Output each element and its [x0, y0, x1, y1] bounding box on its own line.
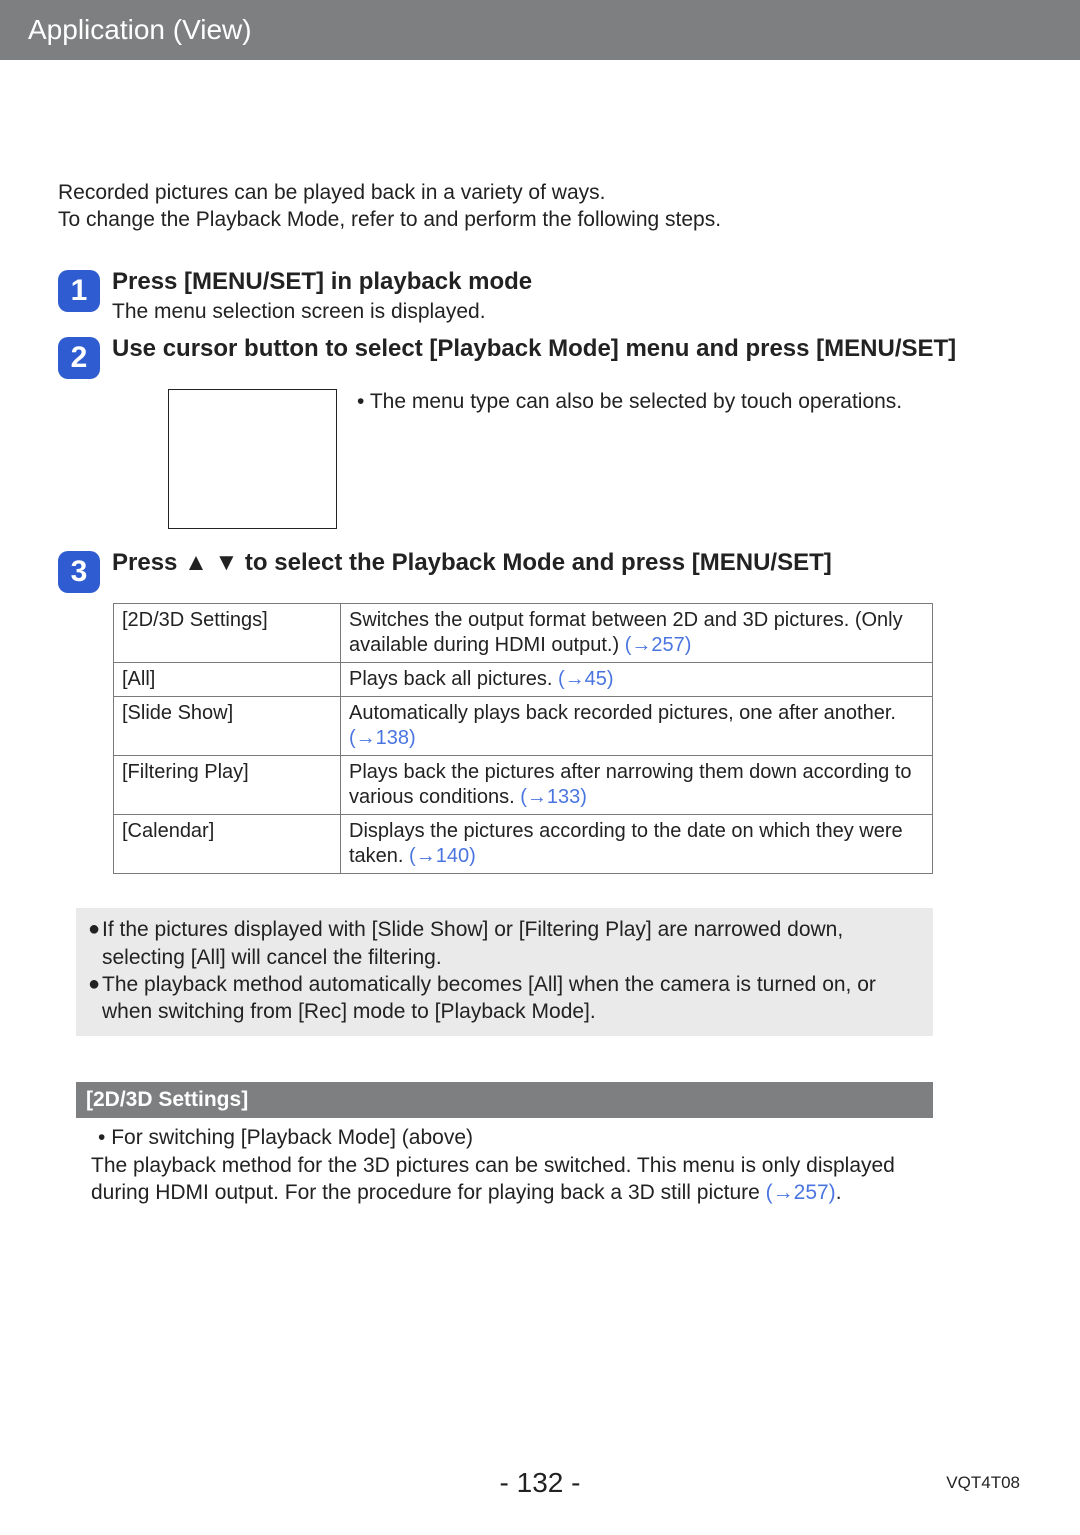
table-row: [Calendar] Displays the pictures accordi…	[114, 815, 933, 874]
mode-name: [Calendar]	[114, 815, 341, 874]
page-ref-link[interactable]: (→45)	[558, 668, 614, 690]
subsection-body: • For switching [Playback Mode] (above)	[98, 1124, 938, 1151]
step-title: Press [MENU/SET] in playback mode	[112, 268, 1022, 297]
note-text: The playback method automatically become…	[102, 971, 921, 1026]
desc-text: Automatically plays back recorded pictur…	[349, 702, 896, 724]
note-item: ● If the pictures displayed with [Slide …	[88, 916, 921, 971]
page-number: - 132 -	[0, 1467, 1080, 1499]
mode-desc: Switches the output format between 2D an…	[341, 604, 933, 663]
step-1: 1 Press [MENU/SET] in playback mode The …	[58, 268, 1022, 326]
page-ref-link[interactable]: (→257)	[766, 1181, 836, 1204]
table-row: [2D/3D Settings] Switches the output for…	[114, 604, 933, 663]
mode-name: [2D/3D Settings]	[114, 604, 341, 663]
breadcrumb-header: Application (View)	[0, 0, 1080, 60]
line2-tail: .	[836, 1181, 842, 1204]
step-2-detail-text: • The menu type can also be selected by …	[357, 389, 1022, 416]
table-row: [Filtering Play] Plays back the pictures…	[114, 756, 933, 815]
mode-desc: Automatically plays back recorded pictur…	[341, 697, 933, 756]
notes-block: ● If the pictures displayed with [Slide …	[76, 908, 933, 1035]
mode-name: [Filtering Play]	[114, 756, 341, 815]
table-row: [All] Plays back all pictures. (→45)	[114, 663, 933, 697]
mode-name: [All]	[114, 663, 341, 697]
note-text: If the pictures displayed with [Slide Sh…	[102, 916, 921, 971]
detail-text: The menu type can also be selected by to…	[364, 390, 902, 413]
page-ref-link[interactable]: (→257)	[625, 634, 692, 656]
mode-desc: Displays the pictures according to the d…	[341, 815, 933, 874]
step-title: Press ▲ ▼ to select the Playback Mode an…	[112, 549, 1022, 578]
intro-line-1: Recorded pictures can be played back in …	[58, 180, 1022, 207]
page-ref-link[interactable]: (→133)	[520, 786, 587, 808]
step-3: 3 Press ▲ ▼ to select the Playback Mode …	[58, 549, 1022, 593]
note-item: ● The playback method automatically beco…	[88, 971, 921, 1026]
page-ref-link[interactable]: (→138)	[349, 727, 416, 749]
round-bullet-icon: ●	[88, 971, 102, 997]
document-id: VQT4T08	[946, 1473, 1020, 1493]
step-2-detail: • The menu type can also be selected by …	[168, 389, 1022, 529]
desc-text: Plays back the pictures after narrowing …	[349, 761, 912, 808]
step-number-badge: 1	[58, 270, 100, 312]
step-title: Use cursor button to select [Playback Mo…	[112, 335, 1022, 364]
up-arrow-icon: ▲	[184, 549, 208, 578]
mode-desc: Plays back the pictures after narrowing …	[341, 756, 933, 815]
table-row: [Slide Show] Automatically plays back re…	[114, 697, 933, 756]
title-suffix: to select the Playback Mode and press [M…	[238, 549, 831, 576]
mode-name: [Slide Show]	[114, 697, 341, 756]
step-number-badge: 2	[58, 337, 100, 379]
title-prefix: Press	[112, 549, 184, 576]
step-number-badge: 3	[58, 551, 100, 593]
subsection-body-extra: The playback method for the 3D pictures …	[91, 1152, 946, 1207]
line1-text: For switching [Playback Mode] (above)	[105, 1126, 473, 1149]
round-bullet-icon: ●	[88, 916, 102, 942]
step-2: 2 Use cursor button to select [Playback …	[58, 335, 1022, 379]
intro-text: Recorded pictures can be played back in …	[58, 180, 1022, 234]
page-ref-link[interactable]: (→140)	[409, 845, 476, 867]
down-arrow-icon: ▼	[215, 549, 239, 578]
playback-modes-table: [2D/3D Settings] Switches the output for…	[113, 603, 933, 874]
intro-line-2: To change the Playback Mode, refer to an…	[58, 207, 1022, 234]
step-note: The menu selection screen is displayed.	[112, 299, 1022, 326]
desc-text: Plays back all pictures.	[349, 668, 558, 690]
mode-desc: Plays back all pictures. (→45)	[341, 663, 933, 697]
screenshot-placeholder	[168, 389, 337, 529]
subsection-title-bar: [2D/3D Settings]	[76, 1082, 933, 1119]
